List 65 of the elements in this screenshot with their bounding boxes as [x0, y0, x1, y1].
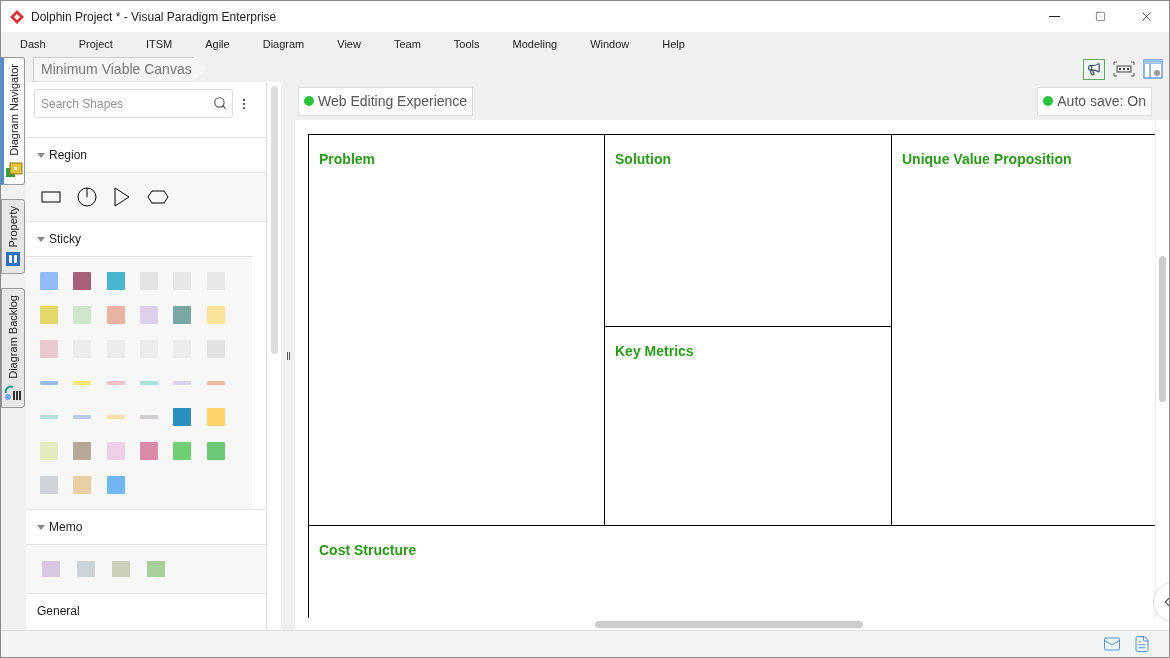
- sticky-note-icon[interactable]: [105, 475, 126, 495]
- menu-item[interactable]: Dash: [9, 35, 57, 53]
- menu-item[interactable]: ITSM: [134, 35, 184, 53]
- side-tab[interactable]: Property: [1, 198, 25, 275]
- canvas-block[interactable]: Problem: [309, 135, 605, 526]
- sticky-note-icon[interactable]: [39, 271, 59, 291]
- side-tab[interactable]: Diagram Navigator: [1, 57, 25, 185]
- menu-item[interactable]: View: [326, 35, 372, 53]
- menu-item[interactable]: Agile: [194, 35, 241, 53]
- horizontal-scrollbar[interactable]: [595, 620, 863, 628]
- memo-note-icon[interactable]: [76, 559, 96, 579]
- menu-item[interactable]: Diagram: [251, 35, 316, 53]
- breadcrumb[interactable]: Minimum Viable Canvas: [33, 56, 207, 82]
- menu-item[interactable]: Team: [382, 35, 432, 53]
- window-title: Dolphin Project * - Visual Paradigm Enterprise: [31, 8, 277, 26]
- sticky-note-icon[interactable]: [72, 441, 93, 461]
- sticky-note-icon[interactable]: [105, 271, 126, 291]
- note-edit-icon[interactable]: [1133, 635, 1151, 653]
- collapse-caret-icon: [37, 524, 45, 530]
- canvas-block[interactable]: Solution: [605, 135, 892, 327]
- menu-item[interactable]: Window: [579, 35, 641, 53]
- memo-note-icon[interactable]: [111, 559, 131, 579]
- refresh-barcode-icon: [4, 383, 22, 402]
- vertical-scrollbar[interactable]: [1159, 256, 1166, 402]
- layout-panel-icon[interactable]: [1143, 59, 1163, 79]
- app-logo-icon: [9, 8, 25, 25]
- sticky-note-icon[interactable]: [172, 407, 193, 427]
- sticky-note-icon[interactable]: [172, 305, 193, 325]
- rectangle-shape-icon[interactable]: [41, 191, 61, 203]
- menu-item[interactable]: Help: [651, 35, 696, 53]
- megaphone-icon: [1087, 62, 1101, 76]
- property-sheet-icon: [5, 251, 21, 268]
- memo-note-icon[interactable]: [41, 559, 61, 579]
- sticky-note-icon[interactable]: [139, 441, 159, 461]
- megaphone-button[interactable]: [1083, 58, 1105, 80]
- triangle-shape-icon[interactable]: [113, 187, 131, 207]
- autosave-indicator[interactable]: Auto save: On: [1037, 86, 1152, 116]
- palette-section-header[interactable]: General: [26, 594, 266, 628]
- search-icon[interactable]: [213, 96, 227, 110]
- maximize-icon: [1094, 11, 1106, 22]
- canvas-block[interactable]: Key Metrics: [605, 327, 892, 526]
- mail-icon[interactable]: [1103, 635, 1121, 653]
- folder-stack-icon: [5, 159, 23, 178]
- palette-section-header[interactable]: Memo: [26, 510, 266, 544]
- sticky-note-icon[interactable]: [72, 271, 93, 291]
- palette-section-header[interactable]: Region: [26, 138, 266, 172]
- menu-item[interactable]: Tools: [442, 35, 491, 53]
- sticky-note-icon[interactable]: [172, 441, 193, 461]
- sticky-note-icon[interactable]: [105, 305, 126, 325]
- menu-item[interactable]: Modeling: [501, 35, 569, 53]
- minimize-icon: [1048, 16, 1060, 17]
- memo-note-icon[interactable]: [146, 559, 166, 579]
- fit-frame-icon[interactable]: [1113, 61, 1135, 77]
- menu-item[interactable]: Project: [67, 35, 124, 53]
- clock-circle-shape-icon[interactable]: [77, 187, 97, 207]
- sticky-note-icon[interactable]: [205, 441, 226, 461]
- collapse-caret-icon: [37, 236, 45, 242]
- splitter-handle[interactable]: [286, 352, 290, 360]
- hexagon-shape-icon[interactable]: [147, 190, 169, 204]
- search-field[interactable]: Search Shapes: [34, 89, 233, 118]
- palette-scrollbar[interactable]: [270, 86, 278, 354]
- side-tab[interactable]: Diagram Backlog: [1, 288, 25, 409]
- web-editing-tag[interactable]: Web Editing Experience: [298, 86, 474, 116]
- palette-section-header[interactable]: Sticky: [26, 222, 266, 256]
- collapse-caret-icon: [37, 152, 45, 158]
